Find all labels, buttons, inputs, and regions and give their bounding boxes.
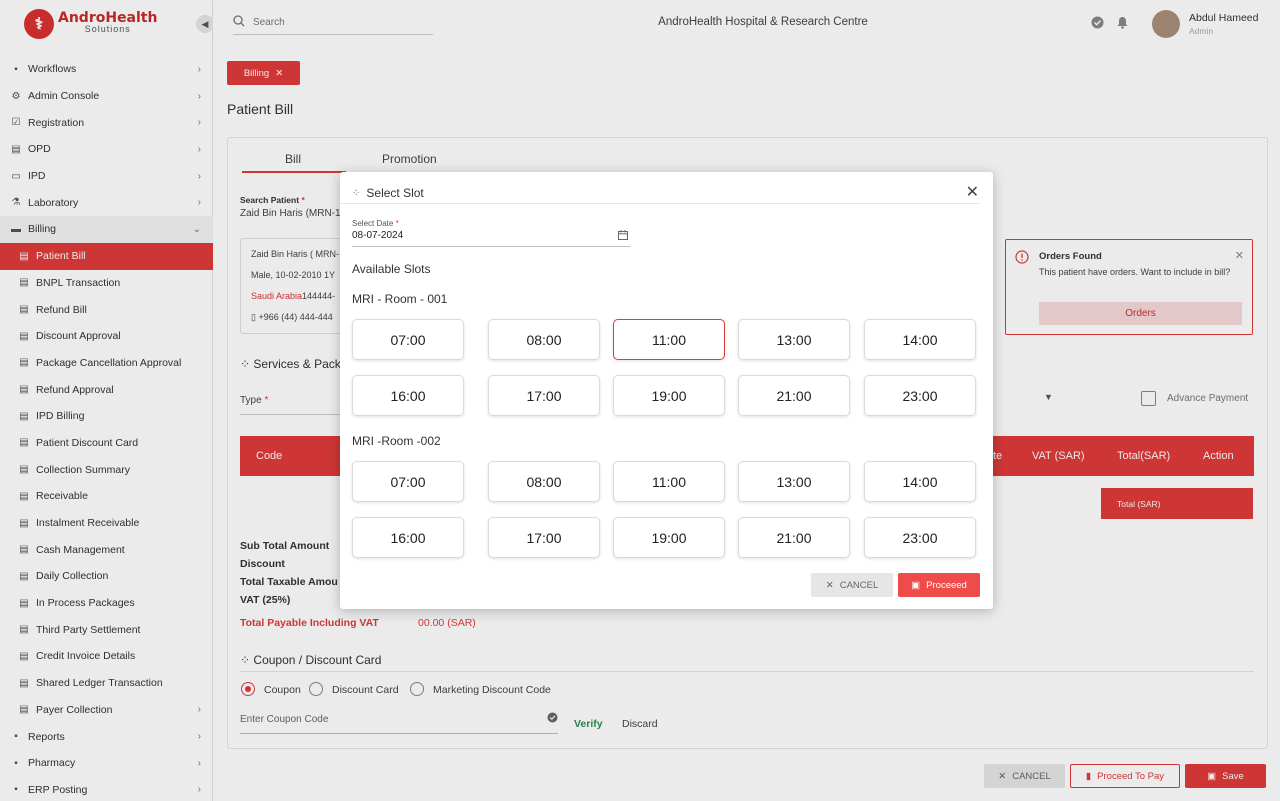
select-date-input[interactable]: 08-07-2024	[352, 230, 630, 247]
slot-button[interactable]: 23:00	[864, 375, 976, 416]
modal-title: ⁘ Select Slot	[352, 186, 424, 200]
date-value: 08-07-2024	[352, 230, 404, 241]
slot-button[interactable]: 16:00	[352, 517, 464, 558]
slot-button[interactable]: 07:00	[352, 461, 464, 502]
close-icon[interactable]: ✕	[966, 182, 979, 202]
slot-button[interactable]: 23:00	[864, 517, 976, 558]
select-date-label: Select Date *	[352, 219, 399, 228]
available-slots-title: Available Slots	[352, 262, 431, 276]
slot-icon: ⁘	[352, 187, 361, 199]
slot-button[interactable]: 07:00	[352, 319, 464, 360]
close-icon: ✕	[825, 579, 834, 591]
select-slot-modal: ⁘ Select Slot ✕ Select Date * 08-07-2024…	[340, 172, 993, 609]
room-2-title: MRI -Room -002	[352, 434, 441, 448]
slot-button[interactable]: 08:00	[488, 319, 600, 360]
slot-button[interactable]: 08:00	[488, 461, 600, 502]
slot-button[interactable]: 13:00	[738, 319, 850, 360]
slot-button[interactable]: 13:00	[738, 461, 850, 502]
save-icon: ▣	[911, 579, 921, 591]
slot-button[interactable]: 14:00	[864, 319, 976, 360]
slot-button[interactable]: 14:00	[864, 461, 976, 502]
slot-button[interactable]: 17:00	[488, 375, 600, 416]
slot-button[interactable]: 17:00	[488, 517, 600, 558]
slot-button[interactable]: 11:00	[613, 319, 725, 360]
room-1-title: MRI - Room - 001	[352, 292, 448, 306]
slot-button[interactable]: 11:00	[613, 461, 725, 502]
slot-button[interactable]: 19:00	[613, 375, 725, 416]
calendar-icon[interactable]	[618, 230, 628, 243]
modal-proceed-button[interactable]: ▣ Proceeed	[898, 573, 980, 597]
slot-button[interactable]: 16:00	[352, 375, 464, 416]
divider	[340, 203, 980, 204]
slot-button[interactable]: 19:00	[613, 517, 725, 558]
modal-cancel-button[interactable]: ✕ CANCEL	[811, 573, 893, 597]
slot-button[interactable]: 21:00	[738, 375, 850, 416]
slot-button[interactable]: 21:00	[738, 517, 850, 558]
